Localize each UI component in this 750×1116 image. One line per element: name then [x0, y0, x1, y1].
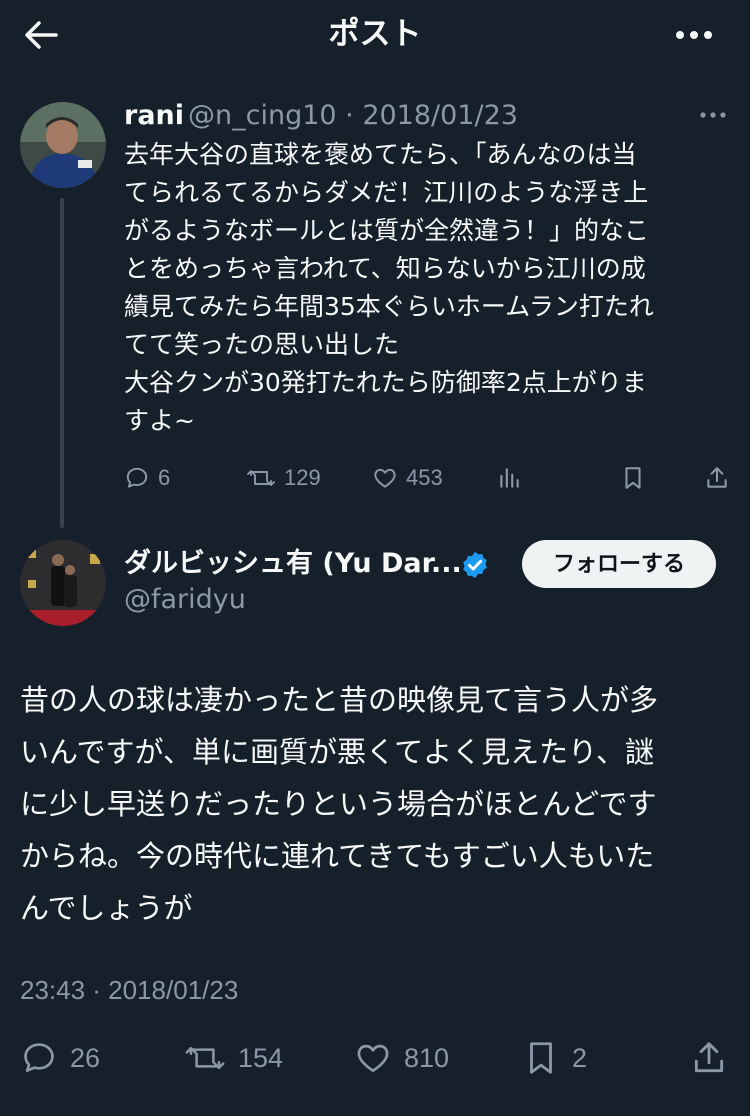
reply-button[interactable]: 26 [20, 1036, 100, 1080]
main-display-name[interactable]: ダルビッシュ有 (Yu Dar... [124, 544, 462, 584]
parent-handle-date[interactable]: @n_cing10 · 2018/01/23 [188, 98, 518, 134]
repost-count: 154 [238, 1042, 284, 1073]
bookmark-count: 2 [572, 1042, 588, 1073]
parent-display-name[interactable]: rani [124, 98, 184, 134]
parent-like-count: 453 [406, 465, 443, 490]
heart-icon [374, 468, 396, 488]
heart-icon [357, 1044, 389, 1073]
parent-avatar[interactable] [20, 102, 106, 188]
like-count: 810 [404, 1042, 450, 1073]
repost-icon [247, 470, 275, 486]
parent-repost-count: 129 [284, 465, 321, 490]
post-timestamp[interactable]: 23:43 · 2018/01/23 [20, 970, 238, 1010]
parent-reply-count: 6 [158, 465, 171, 490]
parent-bookmark-button[interactable] [620, 458, 646, 498]
parent-views-button[interactable] [496, 458, 522, 498]
parent-reply-button[interactable]: 6 [124, 458, 170, 498]
analytics-icon [500, 468, 519, 488]
parent-repost-button[interactable]: 129 [246, 458, 321, 498]
parent-like-button[interactable]: 453 [372, 458, 443, 498]
top-bar: ポスト [0, 0, 750, 70]
bookmark-icon [530, 1042, 552, 1074]
like-button[interactable]: 810 [354, 1036, 449, 1080]
main-handle[interactable]: @faridyu [124, 582, 246, 618]
reply-icon [126, 467, 148, 488]
parent-more-icon[interactable] [696, 100, 730, 130]
main-avatar[interactable] [20, 540, 106, 626]
share-icon [694, 1042, 724, 1073]
verified-badge-icon [463, 551, 487, 579]
thread-line [60, 198, 64, 528]
parent-share-button[interactable] [704, 458, 730, 498]
page-title: ポスト [328, 16, 422, 52]
share-button[interactable] [690, 1036, 728, 1080]
repost-icon [185, 1046, 225, 1070]
main-post-text: 昔の人の球は凄かったと昔の映像見て言う人が多 いんですが、単に画質が悪くてよく見… [20, 683, 659, 925]
parent-post-text: 去年大谷の直球を褒めてたら、「あんなのは当 てられるてるからダメだ！江川のような… [124, 140, 654, 435]
reply-count: 26 [70, 1042, 101, 1073]
follow-button[interactable]: フォローする [522, 540, 716, 588]
bookmark-button[interactable]: 2 [522, 1036, 587, 1080]
repost-button[interactable]: 154 [184, 1036, 283, 1080]
bookmark-icon [625, 467, 641, 489]
share-icon [707, 467, 727, 488]
ellipsis-icon[interactable] [668, 14, 720, 56]
reply-icon [24, 1043, 54, 1073]
